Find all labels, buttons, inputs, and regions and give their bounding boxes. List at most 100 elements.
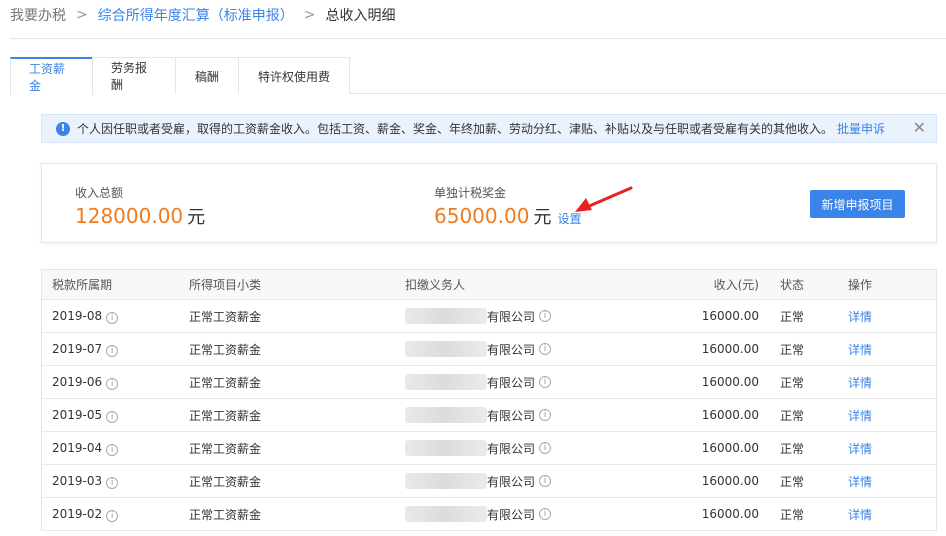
tab-labor[interactable]: 劳务报酬 [92,57,176,94]
col-type: 所得项目小类 [189,278,262,292]
info-circle-icon[interactable]: i [539,310,552,322]
col-action: 操作 [848,278,873,292]
chevron-right-icon: > [303,7,316,23]
income-cell: 16000.00 [701,408,759,422]
table-header: 税款所属期 所得项目小类 扣缴义务人 收入(元) 状态 操作 [42,270,936,300]
table-row: 2019-07 i 正常工资薪金 有限公司 i 16000.00 正常 详情 [42,333,936,366]
info-circle-icon[interactable]: i [106,377,119,390]
income-cell: 16000.00 [701,474,759,488]
info-circle-icon[interactable]: i [106,509,119,522]
detail-link[interactable]: 详情 [848,473,872,490]
period-cell: 2019-08 i [52,308,119,324]
type-cell: 正常工资薪金 [189,474,262,489]
period-cell: 2019-07 i [52,341,119,357]
period-text: 2019-04 [52,440,103,455]
status-cell: 正常 [780,441,805,456]
table-row: 2019-03 i 正常工资薪金 有限公司 i 16000.00 正常 详情 [42,465,936,498]
col-payer: 扣缴义务人 [405,278,466,292]
info-circle-icon[interactable]: i [106,410,119,423]
status-cell: 正常 [780,507,805,522]
period-text: 2019-05 [52,407,103,422]
detail-link[interactable]: 详情 [848,407,872,424]
detail-link[interactable]: 详情 [848,440,872,457]
income-cell: 16000.00 [701,342,759,356]
payer-text: 有限公司 [487,507,536,522]
period-text: 2019-02 [52,506,103,521]
info-circle-icon[interactable]: i [539,409,552,421]
info-circle-icon[interactable]: i [539,475,552,487]
status-cell: 正常 [780,309,805,324]
add-declaration-button[interactable]: 新增申报项目 [810,190,905,218]
payer-text: 有限公司 [487,474,536,489]
info-circle-icon[interactable]: i [106,476,119,489]
red-arrow-icon [575,186,633,212]
type-cell: 正常工资薪金 [189,441,262,456]
info-circle-icon[interactable]: i [539,343,552,355]
bonus-value: 65000.00 [434,204,530,228]
payer-text: 有限公司 [487,309,536,324]
income-tabs: 工资薪金 劳务报酬 稿酬 特许权使用费 [10,57,946,95]
detail-link[interactable]: 详情 [848,341,872,358]
tab-royalty-manuscript[interactable]: 稿酬 [175,57,239,94]
status-cell: 正常 [780,342,805,357]
bonus-unit: 元 [533,207,552,228]
period-text: 2019-07 [52,341,103,356]
redacted-name [405,308,487,324]
notice-text: 个人因任职或者受雇，取得的工资薪金收入。包括工资、薪金、奖金、年终加薪、劳动分红… [77,122,834,136]
period-cell: 2019-03 i [52,473,119,489]
redacted-name [405,473,487,489]
tab-salary[interactable]: 工资薪金 [10,57,93,95]
col-income: 收入(元) [713,278,759,292]
breadcrumb-current: 总收入明细 [325,8,396,24]
table-row: 2019-05 i 正常工资薪金 有限公司 i 16000.00 正常 详情 [42,399,936,432]
detail-link[interactable]: 详情 [848,308,872,325]
info-icon: ! [56,121,70,136]
status-cell: 正常 [780,375,805,390]
breadcrumb: 我要办税 > 综合所得年度汇算（标准申报） > 总收入明细 [10,0,395,30]
payer-text: 有限公司 [487,441,536,456]
type-cell: 正常工资薪金 [189,507,262,522]
type-cell: 正常工资薪金 [189,342,262,357]
info-circle-icon[interactable]: i [539,442,552,454]
total-income-label: 收入总额 [75,186,124,200]
payer-cell: 有限公司 i [405,341,552,358]
redacted-name [405,341,487,357]
table-row: 2019-02 i 正常工资薪金 有限公司 i 16000.00 正常 详情 [42,498,936,531]
summary-panel: 收入总额 128000.00 元 单独计税奖金 65000.00 元设置 新增申报项… [41,163,937,243]
payer-cell: 有限公司 i [405,374,552,391]
period-cell: 2019-05 i [52,407,119,423]
period-text: 2019-03 [52,473,103,488]
col-period: 税款所属期 [52,278,113,292]
info-circle-icon[interactable]: i [106,443,119,456]
payer-cell: 有限公司 i [405,407,552,424]
income-table: 税款所属期 所得项目小类 扣缴义务人 收入(元) 状态 操作 2019-08 i 正… [41,269,937,531]
breadcrumb-root[interactable]: 我要办税 [10,5,66,25]
payer-cell: 有限公司 i [405,506,552,523]
info-circle-icon[interactable]: i [106,311,119,324]
detail-link[interactable]: 详情 [848,506,872,523]
tab-franchise[interactable]: 特许权使用费 [238,57,350,94]
info-circle-icon[interactable]: i [106,344,119,357]
info-notice: ! 个人因任职或者受雇，取得的工资薪金收入。包括工资、薪金、奖金、年终加薪、劳动… [41,114,937,143]
breadcrumb-parent[interactable]: 综合所得年度汇算（标准申报） [98,5,294,25]
detail-link[interactable]: 详情 [848,374,872,391]
table-row: 2019-08 i 正常工资薪金 有限公司 i 16000.00 正常 详情 [42,300,936,333]
period-text: 2019-08 [52,308,103,323]
batch-appeal-link[interactable]: 批量申诉 [837,120,885,137]
close-icon[interactable]: ✕ [913,120,926,136]
bonus-block: 单独计税奖金 65000.00 元设置 [434,184,581,229]
status-cell: 正常 [780,474,805,489]
type-cell: 正常工资薪金 [189,309,262,324]
info-circle-icon[interactable]: i [539,376,552,388]
divider [10,38,946,39]
redacted-name [405,407,487,423]
payer-text: 有限公司 [487,408,536,423]
payer-cell: 有限公司 i [405,308,552,325]
period-text: 2019-06 [52,374,103,389]
info-circle-icon[interactable]: i [539,508,552,520]
type-cell: 正常工资薪金 [189,408,262,423]
redacted-name [405,374,487,390]
income-cell: 16000.00 [701,507,759,521]
redacted-name [405,440,487,456]
total-income-block: 收入总额 128000.00 元 [75,184,205,229]
